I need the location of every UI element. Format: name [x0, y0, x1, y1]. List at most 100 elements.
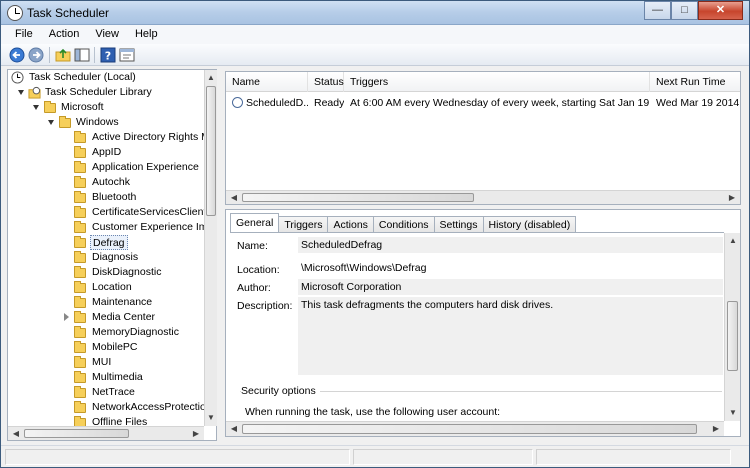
tree-item-label: NetTrace [92, 386, 135, 398]
clock-icon [7, 5, 23, 21]
scroll-left-icon[interactable]: ◀ [226, 421, 242, 437]
scroll-up-icon[interactable]: ▲ [725, 233, 741, 249]
scroll-thumb[interactable] [24, 429, 129, 438]
maximize-button[interactable]: □ [671, 1, 698, 20]
author-field[interactable]: Microsoft Corporation [298, 279, 723, 295]
name-label: Name: [237, 240, 268, 252]
library-folder-icon [28, 86, 41, 99]
up-folder-icon[interactable] [55, 47, 71, 63]
tree-vertical-scrollbar[interactable]: ▲ ▼ [204, 70, 217, 426]
collapse-arrow-icon[interactable] [64, 313, 69, 321]
task-list[interactable]: Name Status Triggers Next Run Time Sched… [225, 71, 741, 205]
location-label: Location: [237, 264, 280, 276]
menu-action[interactable]: Action [41, 25, 88, 44]
scroll-right-icon[interactable]: ▶ [188, 426, 204, 442]
details-horizontal-scrollbar[interactable]: ◀ ▶ [226, 421, 724, 436]
menu-file[interactable]: File [7, 25, 41, 44]
name-field[interactable]: ScheduledDefrag [298, 237, 723, 253]
tab-history[interactable]: History (disabled) [482, 216, 577, 233]
help-icon[interactable]: ? [100, 47, 116, 63]
close-button[interactable]: ✕ [698, 1, 743, 20]
tree-item-label: Diagnosis [92, 251, 139, 263]
tab-general[interactable]: General [230, 213, 280, 233]
task-triggers-cell: At 6:00 AM every Wednesday of every week… [350, 97, 650, 109]
scroll-left-icon[interactable]: ◀ [226, 190, 242, 206]
folder-icon [74, 401, 86, 413]
tab-triggers[interactable]: Triggers [278, 216, 329, 233]
title-bar[interactable]: Task Scheduler — □ ✕ [1, 1, 749, 25]
tree-horizontal-scrollbar[interactable]: ◀ ▶ [8, 426, 204, 440]
expand-arrow-icon[interactable] [33, 105, 39, 110]
folder-icon [74, 296, 86, 308]
tab-conditions[interactable]: Conditions [372, 216, 435, 233]
tree-item-label: MUI [92, 356, 112, 368]
folder-icon [74, 161, 86, 173]
tree-item-label: MemoryDiagnostic [92, 326, 179, 338]
task-details-pane: General Triggers Actions Conditions Sett… [225, 209, 741, 437]
tab-settings[interactable]: Settings [433, 216, 484, 233]
expand-arrow-icon[interactable] [48, 120, 54, 125]
window-controls: — □ ✕ [644, 1, 743, 21]
column-header-triggers[interactable]: Triggers [344, 72, 650, 92]
navigation-tree[interactable]: Task Scheduler (Local) Task Scheduler Li… [7, 69, 217, 441]
show-hide-tree-icon[interactable] [74, 47, 90, 63]
tree-item-label: Autochk [92, 176, 130, 188]
description-field[interactable]: This task defragments the computers hard… [298, 297, 723, 375]
scroll-down-icon[interactable]: ▼ [725, 405, 741, 421]
folder-icon [74, 311, 86, 323]
folder-icon [74, 326, 86, 338]
column-header-next-run-time[interactable]: Next Run Time [650, 72, 740, 92]
tree-item-label: Microsoft [61, 101, 104, 113]
folder-icon [59, 116, 71, 128]
tree-item-label: Task Scheduler Library [45, 86, 152, 98]
scroll-down-icon[interactable]: ▼ [203, 410, 219, 426]
tab-actions[interactable]: Actions [327, 216, 374, 233]
expand-arrow-icon[interactable] [18, 90, 24, 95]
minimize-button[interactable]: — [644, 1, 671, 20]
task-list-horizontal-scrollbar[interactable]: ◀ ▶ [226, 190, 740, 204]
folder-icon [74, 281, 86, 293]
tree-item-label: Customer Experience Imp [92, 221, 204, 233]
tree-item-label: Location [92, 281, 132, 293]
tree-item-label: DiskDiagnostic [92, 266, 162, 278]
folder-icon [74, 341, 86, 353]
tree-item-folder[interactable]: NetworkAccessProtection [74, 400, 204, 415]
folder-icon [74, 386, 86, 398]
tree-item-folder[interactable]: Customer Experience Imp [74, 220, 204, 235]
folder-icon [74, 191, 86, 203]
scroll-right-icon[interactable]: ▶ [724, 190, 740, 206]
table-row[interactable]: ScheduledD... Ready At 6:00 AM every Wed… [226, 94, 740, 112]
scroll-thumb[interactable] [727, 301, 738, 371]
column-header-status[interactable]: Status [308, 72, 344, 92]
menu-help[interactable]: Help [127, 25, 166, 44]
tree-item-label: MobilePC [92, 341, 138, 353]
scroll-left-icon[interactable]: ◀ [8, 426, 24, 442]
task-next-run-cell: Wed Mar 19 2014 6: [656, 97, 740, 109]
folder-icon [74, 266, 86, 278]
folder-icon [74, 176, 86, 188]
tree-item-label: Task Scheduler (Local) [29, 71, 136, 83]
security-options-heading: Security options [241, 385, 320, 397]
column-header-name[interactable]: Name [226, 72, 308, 92]
tree-item-label: NetworkAccessProtection [92, 401, 204, 413]
back-arrow-icon[interactable] [9, 47, 25, 63]
scroll-up-icon[interactable]: ▲ [203, 70, 219, 86]
task-scheduler-window: Task Scheduler — □ ✕ File Action View He… [0, 0, 750, 468]
window-title: Task Scheduler [27, 6, 110, 20]
menu-view[interactable]: View [87, 25, 127, 44]
folder-icon [44, 101, 56, 113]
author-label: Author: [237, 282, 271, 294]
properties-icon[interactable] [119, 47, 135, 63]
toolbar: ? [1, 44, 749, 66]
scroll-thumb[interactable] [242, 193, 474, 202]
scroll-thumb[interactable] [242, 424, 697, 434]
scroll-right-icon[interactable]: ▶ [708, 421, 724, 437]
tree-item-label: Bluetooth [92, 191, 137, 203]
tree-item-folder[interactable]: Active Directory Rights Ma [74, 130, 204, 145]
scroll-thumb[interactable] [206, 86, 216, 216]
task-clock-icon [232, 97, 243, 108]
details-vertical-scrollbar[interactable]: ▲ ▼ [724, 233, 740, 421]
task-list-header: Name Status Triggers Next Run Time [226, 72, 740, 92]
forward-arrow-icon[interactable] [28, 47, 44, 63]
security-account-text: When running the task, use the following… [245, 406, 501, 418]
